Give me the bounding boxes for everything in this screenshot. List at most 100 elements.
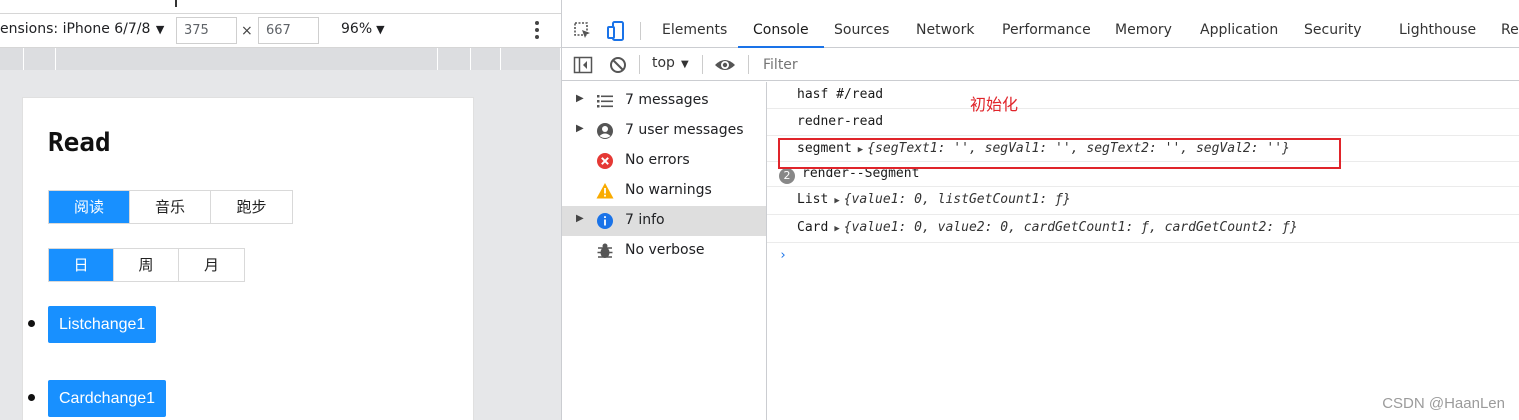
eye-icon[interactable] <box>714 55 736 75</box>
clear-console-icon[interactable] <box>608 55 628 75</box>
dropdown-arrow-icon: ▼ <box>152 23 165 36</box>
devtools-pane: Elements Console Sources Network Perform… <box>561 0 1519 420</box>
tab-security[interactable]: Security <box>1304 14 1362 47</box>
console-message-row: Card ▶ {value1: 0, value2: 0, cardGetCount… <box>797 220 1298 235</box>
expand-object-icon[interactable]: ▶ <box>834 224 839 234</box>
devtools-tab-bar: Elements Console Sources Network Perform… <box>562 14 1519 48</box>
zoom-select[interactable]: 96% ▼ <box>341 21 385 37</box>
segment-option-day[interactable]: 日 <box>49 249 114 281</box>
media-query-bar[interactable] <box>0 48 561 70</box>
segment-option-read[interactable]: 阅读 <box>49 191 130 223</box>
console-message[interactable]: Card ▶ {value1: 0, value2: 0, cardGetCount… <box>767 215 1519 243</box>
sidebar-item-user-messages[interactable]: ▶ 7 user messages <box>562 116 766 146</box>
sidebar-item-label: No warnings <box>625 182 712 198</box>
toolbar-separator <box>748 55 749 74</box>
listchange-button[interactable]: Listchange1 <box>48 306 157 343</box>
device-select-label: ensions: iPhone 6/7/8 <box>0 21 151 37</box>
tab-lighthouse[interactable]: Lighthouse <box>1399 14 1476 47</box>
toolbar-separator <box>639 55 640 74</box>
sidebar-item-label: No errors <box>625 152 690 168</box>
console-log: hasf #/read redner-read segment ▶ {segText… <box>767 82 1519 420</box>
dropdown-arrow-icon: ▼ <box>376 23 385 36</box>
expand-arrow-icon[interactable]: ▶ <box>576 213 584 224</box>
segment-option-month[interactable]: 月 <box>179 249 244 281</box>
sidebar-item-messages[interactable]: ▶ 7 messages <box>562 86 766 116</box>
sidebar-toggle-icon[interactable] <box>573 55 593 75</box>
console-message-text: Card <box>797 220 829 235</box>
info-icon <box>597 213 613 229</box>
device-emulation-pane: ensions: iPhone 6/7/8 ▼ × 96%▼ Read 阅读 音… <box>0 0 561 420</box>
console-prompt[interactable]: › <box>779 248 787 263</box>
device-select[interactable]: ensions: iPhone 6/7/8 ▼ <box>0 21 164 37</box>
dropdown-arrow-icon: ▼ <box>680 59 689 70</box>
console-toolbar: top ▼ <box>562 48 1519 81</box>
device-width-input[interactable] <box>176 17 237 44</box>
inspect-element-icon[interactable] <box>573 21 593 41</box>
zoom-label: 96% <box>341 21 373 37</box>
top-strip <box>0 0 561 14</box>
console-message[interactable]: hasf #/read <box>767 82 1519 109</box>
page-title: Read <box>48 128 111 158</box>
sidebar-item-label: 7 info <box>625 212 665 228</box>
tab-memory[interactable]: Memory <box>1115 14 1172 47</box>
console-object-preview[interactable]: {value1: 0, value2: 0, cardGetCount1: ƒ,… <box>844 220 1298 235</box>
context-label: top <box>652 55 675 71</box>
media-query-segment[interactable] <box>438 48 471 70</box>
sidebar-item-info[interactable]: ▶ 7 info <box>562 206 766 236</box>
tab-elements[interactable]: Elements <box>662 14 727 47</box>
console-message-row: List ▶ {value1: 0, listGetCount1: ƒ} <box>797 192 1071 207</box>
context-select[interactable]: top ▼ <box>652 55 689 71</box>
tab-console[interactable]: Console <box>738 14 824 48</box>
console-message-text: redner-read <box>797 114 884 129</box>
toolbar-separator <box>640 22 641 40</box>
console-sidebar: ▶ 7 messages ▶ 7 user messages No errors… <box>562 82 767 420</box>
expand-arrow-icon[interactable]: ▶ <box>576 93 584 104</box>
console-object-preview[interactable]: {value1: 0, listGetCount1: ƒ} <box>844 192 1071 207</box>
more-options-icon[interactable] <box>531 18 543 42</box>
device-height-input[interactable] <box>258 17 319 44</box>
console-message-text: List <box>797 192 829 207</box>
sidebar-item-label: 7 messages <box>625 92 709 108</box>
sidebar-item-errors[interactable]: No errors <box>562 146 766 176</box>
sidebar-item-label: No verbose <box>625 242 705 258</box>
media-query-segment[interactable] <box>501 48 561 70</box>
toolbar-separator <box>702 55 703 74</box>
list-bullet <box>28 394 35 401</box>
segment-control-period: 日 周 月 <box>48 248 245 282</box>
sidebar-item-label: 7 user messages <box>625 122 744 138</box>
error-icon <box>597 153 613 169</box>
segment-option-run[interactable]: 跑步 <box>211 191 292 223</box>
console-message[interactable]: List ▶ {value1: 0, listGetCount1: ƒ} <box>767 187 1519 215</box>
tab-application[interactable]: Application <box>1200 14 1278 47</box>
tab-network[interactable]: Network <box>916 14 974 47</box>
filter-input[interactable] <box>755 52 1519 77</box>
sidebar-item-verbose[interactable]: No verbose <box>562 236 766 266</box>
device-toolbar: ensions: iPhone 6/7/8 ▼ × 96%▼ <box>0 14 561 48</box>
sidebar-item-warnings[interactable]: No warnings <box>562 176 766 206</box>
segment-option-week[interactable]: 周 <box>114 249 179 281</box>
segment-option-music[interactable]: 音乐 <box>130 191 211 223</box>
annotation-highlight-box <box>778 138 1341 169</box>
segment-control-activity: 阅读 音乐 跑步 <box>48 190 293 224</box>
list-bullet <box>28 320 35 327</box>
tab-performance[interactable]: Performance <box>1002 14 1091 47</box>
media-query-segment[interactable] <box>56 48 438 70</box>
media-query-segment[interactable] <box>471 48 501 70</box>
cursor-mark <box>175 0 177 7</box>
bug-icon <box>597 243 613 258</box>
tab-recorder-cut[interactable]: Re <box>1501 14 1519 47</box>
repeat-count-badge: 2 <box>779 168 795 184</box>
console-message-text: hasf #/read <box>797 87 884 102</box>
tab-sources[interactable]: Sources <box>834 14 889 47</box>
media-query-segment[interactable] <box>0 48 24 70</box>
user-icon <box>597 123 613 139</box>
media-query-segment[interactable] <box>24 48 56 70</box>
cardchange-button[interactable]: Cardchange1 <box>48 380 167 417</box>
expand-arrow-icon[interactable]: ▶ <box>576 123 584 134</box>
emulated-viewport: Read 阅读 音乐 跑步 日 周 月 Listchange1 Cardchan… <box>22 97 474 420</box>
screen: ensions: iPhone 6/7/8 ▼ × 96%▼ Read 阅读 音… <box>0 0 1519 420</box>
console-message[interactable]: redner-read <box>767 109 1519 136</box>
expand-object-icon[interactable]: ▶ <box>834 196 839 206</box>
device-toggle-icon[interactable] <box>607 21 627 41</box>
warning-icon <box>596 183 614 199</box>
